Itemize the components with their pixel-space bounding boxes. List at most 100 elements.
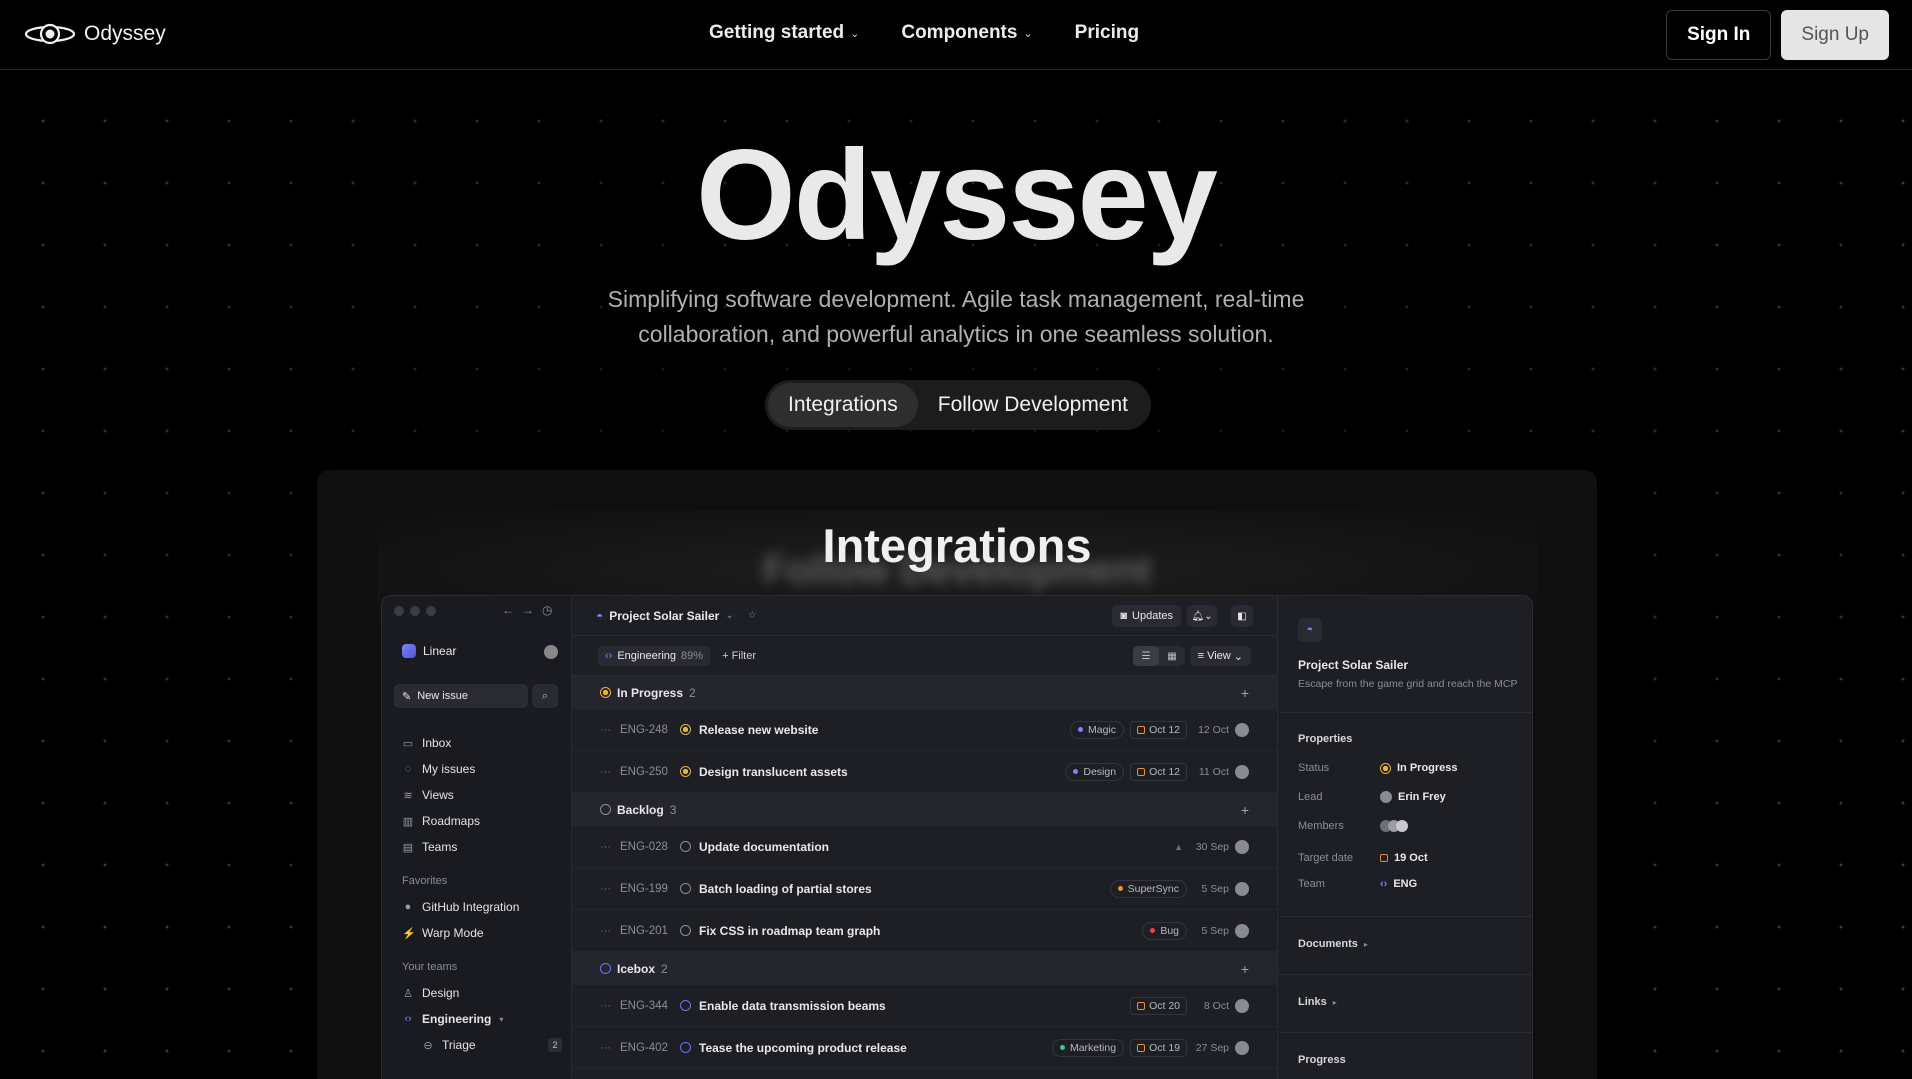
view-label: View [1207,650,1231,662]
sidebar-item-label: Warp Mode [422,926,484,940]
sidebar-item-warp-mode[interactable]: ⚡ Warp Mode [402,920,562,946]
lightning-icon: ⚡ [402,927,416,940]
issue-row[interactable]: ··· ENG-344 Enable data transmission beams… [572,985,1277,1027]
sidebar-item-design[interactable]: ♙ Design [402,980,562,1006]
hero-tabs: Integrations Follow Development [765,380,1152,430]
more-icon[interactable]: ··· [600,883,612,895]
label-tag[interactable]: Design [1065,762,1125,781]
issue-row[interactable]: ··· ENG-248 Release new website Magic Oct 12… [572,709,1277,751]
search-button[interactable]: ⌕ [532,684,558,708]
group-count: 2 [661,961,668,976]
board-view-icon[interactable]: ▦ [1159,646,1185,666]
label-tag[interactable]: Magic [1070,720,1125,739]
progress-section[interactable]: Progress [1298,1054,1346,1066]
assignee-avatar[interactable] [1235,998,1249,1013]
project-title[interactable]: ◓ Project Solar Sailer ⌄ ☆ [596,609,757,623]
label-tag[interactable]: SuperSync [1109,879,1187,898]
sidebar-item-roadmaps[interactable]: ▥ Roadmaps [402,808,562,834]
forward-arrow-icon[interactable]: → [522,603,534,617]
maximize-dot-icon[interactable] [426,606,436,616]
more-icon[interactable]: ··· [600,724,612,736]
back-arrow-icon[interactable]: ← [502,603,514,617]
group-header-progress[interactable]: In Progress 2 + [572,676,1277,709]
sidebar-item-inbox[interactable]: ▭ Inbox [402,730,562,756]
assignee-avatar[interactable] [1235,722,1249,737]
label-tag[interactable]: Bug [1142,921,1187,940]
history-clock-icon[interactable]: ◷ [542,603,552,617]
sign-in-button[interactable]: Sign In [1666,10,1772,60]
issue-row[interactable]: ··· ENG-201 Fix CSS in roadmap team graph B… [572,910,1277,952]
documents-section[interactable]: Documents ▸ [1298,938,1368,950]
workspace-switcher[interactable]: Linear [402,644,456,658]
due-date-chip[interactable]: Oct 12 [1130,720,1187,739]
group-header-backlog[interactable]: Backlog 3 + [572,793,1277,826]
group-header-icebox[interactable]: Icebox 2 + [572,952,1277,985]
label-tag[interactable]: Marketing [1051,1038,1125,1057]
code-icon: ‹› [605,649,613,662]
property-target-date[interactable]: Target date 19 Oct [1298,849,1428,867]
close-dot-icon[interactable] [394,606,404,616]
hero-subtitle-line1: Simplifying software development. Agile … [607,286,1305,312]
new-issue-button[interactable]: ✎ New issue [394,684,528,708]
assignee-avatar[interactable] [1235,839,1249,854]
sidebar-item-github-integration[interactable]: ● GitHub Integration [402,894,562,920]
more-icon[interactable]: ··· [600,1000,612,1012]
user-avatar[interactable] [544,645,558,659]
list-view-icon[interactable]: ☰ [1133,646,1159,666]
filter-button[interactable]: + Filter [722,650,756,662]
tab-follow-development[interactable]: Follow Development [918,383,1148,427]
issue-date: 8 Oct [1203,999,1229,1012]
more-icon[interactable]: ··· [600,841,612,853]
tab-integrations[interactable]: Integrations [768,383,918,427]
nav-pricing[interactable]: Pricing [1075,22,1139,44]
due-date-chip[interactable]: Oct 19 [1130,1038,1187,1057]
issue-row[interactable]: ··· ENG-199 Batch loading of partial store… [572,868,1277,910]
issue-row[interactable]: ··· ENG-250 Design translucent assets Desig… [572,751,1277,793]
view-options-button[interactable]: ≡ View ⌄ [1189,646,1251,666]
assignee-avatar[interactable] [1235,881,1249,896]
minimize-dot-icon[interactable] [410,606,420,616]
sidebar-item-views[interactable]: ≋ Views [402,782,562,808]
property-members[interactable]: Members [1298,820,1408,832]
issue-meta: Design Oct 12 11 Oct [1065,762,1249,781]
star-icon[interactable]: ☆ [748,610,757,621]
backlog-status-icon [680,883,691,894]
due-date-chip[interactable]: Oct 20 [1130,996,1187,1015]
add-issue-plus-icon[interactable]: + [1241,685,1249,701]
your-teams-heading: Your teams [402,961,458,973]
property-team[interactable]: Team ‹› ENG [1298,878,1417,890]
sidebar-item-triage[interactable]: ⊖ Triage 2 [402,1032,562,1058]
assignee-avatar[interactable] [1235,1040,1249,1055]
team-filter-chip[interactable]: ‹› Engineering 89% [598,645,711,666]
sidebar-item-my-issues[interactable]: ◌ My issues [402,756,562,782]
issue-title: Fix CSS in roadmap team graph [699,923,881,938]
sidebar-item-teams[interactable]: ▤ Teams [402,834,562,860]
notifications-button[interactable]: 🔔︎⌄ [1187,605,1217,627]
showcase-title: Integrations [822,519,1092,572]
nav-components[interactable]: Components ⌄ [901,22,1032,44]
updates-button[interactable]: ◙ Updates [1112,605,1181,627]
assignee-avatar[interactable] [1235,923,1249,938]
add-issue-plus-icon[interactable]: + [1241,802,1249,818]
nav-getting-started[interactable]: Getting started ⌄ [709,22,859,44]
issue-id: ENG-344 [620,999,668,1012]
more-icon[interactable]: ··· [600,925,612,937]
property-status[interactable]: Status In Progress [1298,762,1458,774]
issue-row[interactable]: ··· ENG-402 Tease the upcoming product rel… [572,1027,1277,1069]
property-lead[interactable]: Lead Erin Frey [1298,791,1446,803]
more-icon[interactable]: ··· [600,1042,612,1054]
due-date-text: Oct 20 [1149,999,1180,1012]
issue-row[interactable]: ··· ENG-028 Update documentation ▲ 30 Sep [572,826,1277,868]
due-date-chip[interactable]: Oct 12 [1130,762,1187,781]
more-icon[interactable]: ··· [600,766,612,778]
toggle-panel-button[interactable]: ◧ [1231,605,1253,627]
assignee-avatar[interactable] [1235,764,1249,779]
sidebar-item-engineering[interactable]: ‹› Engineering ▾ [402,1006,562,1032]
brand[interactable]: Odyssey [24,17,166,51]
links-section[interactable]: Links ▸ [1298,996,1337,1008]
add-issue-plus-icon[interactable]: + [1241,961,1249,977]
priority-icon[interactable]: ▲ [1174,842,1183,852]
sign-up-button[interactable]: Sign Up [1781,10,1889,60]
property-value: ENG [1393,878,1418,890]
group-label: Backlog [617,802,664,817]
